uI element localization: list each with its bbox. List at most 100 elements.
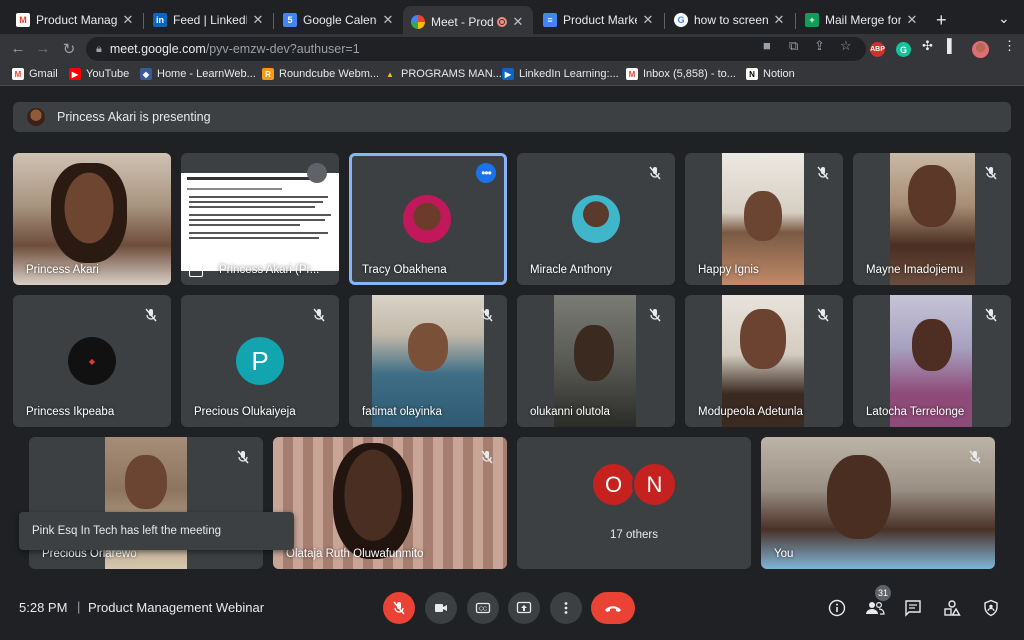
- extensions-puzzle-icon[interactable]: ✣: [922, 38, 933, 54]
- participant-tile[interactable]: Princess Akari: [13, 153, 171, 285]
- adblock-icon[interactable]: ABP: [870, 42, 885, 57]
- shared-screen: [181, 173, 339, 271]
- bookmark-label: Gmail: [29, 68, 58, 80]
- tab-google-calendar[interactable]: 5 Google Calendar ✕: [275, 6, 403, 34]
- participant-tile[interactable]: Happy Ignis: [685, 153, 843, 285]
- meet-controls-bar: 5:28 PM | Product Management Webinar CC …: [0, 580, 1024, 640]
- grammarly-icon[interactable]: G: [896, 42, 911, 57]
- bookmark-notion[interactable]: N Notion: [746, 68, 795, 80]
- mic-toggle-button[interactable]: [383, 592, 415, 624]
- close-icon[interactable]: ✕: [511, 14, 525, 30]
- more-options-icon[interactable]: •••: [476, 163, 496, 183]
- mic-off-icon: [481, 450, 493, 464]
- google-icon: G: [674, 13, 688, 27]
- mic-off-icon: [481, 308, 493, 322]
- participant-tile[interactable]: ◆ Princess Ikpeaba: [13, 295, 171, 427]
- camera-icon[interactable]: ■: [763, 38, 771, 53]
- reload-icon[interactable]: ↻: [60, 40, 78, 58]
- participant-tile[interactable]: Mayne Imadojiemu: [853, 153, 1011, 285]
- chat-button[interactable]: [902, 597, 924, 619]
- bookmark-roundcube[interactable]: R Roundcube Webm...: [262, 68, 379, 80]
- participant-tile[interactable]: Olataja Ruth Oluwafunmito: [273, 437, 507, 569]
- bookmark-label: PROGRAMS MAN...: [401, 68, 502, 80]
- close-icon[interactable]: ✕: [905, 12, 919, 28]
- present-screen-icon: [189, 266, 203, 277]
- bookmark-star-icon[interactable]: ☆: [840, 38, 852, 54]
- participant-tile[interactable]: fatimat olayinka: [349, 295, 507, 427]
- tab-linkedin[interactable]: in Feed | LinkedIn ✕: [145, 6, 273, 34]
- roundcube-icon: R: [262, 68, 274, 80]
- bookmark-youtube[interactable]: ▶ YouTube: [69, 68, 129, 80]
- participant-tile[interactable]: P Precious Olukaiyeja: [181, 295, 339, 427]
- participant-tile[interactable]: olukanni olutola: [517, 295, 675, 427]
- bookmark-linkedin-learning[interactable]: ▶ LinkedIn Learning:...: [502, 68, 619, 80]
- presenting-text: Princess Akari is presenting: [57, 110, 211, 124]
- leave-call-button[interactable]: [591, 592, 635, 624]
- close-icon[interactable]: ✕: [641, 12, 655, 28]
- bookmark-programs[interactable]: ▲ PROGRAMS MAN...: [384, 68, 502, 80]
- participant-name: Tracy Obakhena: [362, 264, 447, 276]
- captions-icon: CC: [475, 602, 491, 614]
- participant-name: Latocha Terrelonge: [866, 406, 965, 418]
- open-external-icon[interactable]: ⧉: [789, 38, 798, 54]
- captions-button[interactable]: CC: [467, 592, 499, 624]
- more-vertical-icon: [564, 602, 568, 614]
- participant-tile[interactable]: Latocha Terrelonge: [853, 295, 1011, 427]
- profile-avatar[interactable]: [972, 41, 989, 58]
- host-controls-button[interactable]: [980, 597, 1002, 619]
- close-icon[interactable]: ✕: [772, 12, 786, 28]
- close-icon[interactable]: ✕: [121, 12, 135, 28]
- forward-icon[interactable]: →: [34, 40, 52, 57]
- participant-tile-screen-share[interactable]: Princess Akari (Pr...: [181, 153, 339, 285]
- meeting-details-button[interactable]: [826, 597, 848, 619]
- gmail-icon: M: [12, 68, 24, 80]
- close-icon[interactable]: ✕: [251, 12, 265, 28]
- participant-name: Modupeola Adetunla: [698, 406, 803, 418]
- address-bar[interactable]: 🔒︎ meet.google.com /pyv-emzw-dev?authuse…: [86, 37, 866, 61]
- activities-shapes-icon: [944, 600, 961, 616]
- close-icon[interactable]: ✕: [381, 12, 395, 28]
- chat-icon: [905, 600, 921, 617]
- tab-product-marketing[interactable]: ≡ Product Marketing ✕: [535, 6, 663, 34]
- more-options-button[interactable]: [550, 592, 582, 624]
- participant-tile[interactable]: Miracle Anthony: [517, 153, 675, 285]
- tab-mail-merge[interactable]: + Mail Merge for NT ✕: [797, 6, 927, 34]
- bookmark-inbox[interactable]: M Inbox (5,858) - to...: [626, 68, 736, 80]
- divider: |: [77, 599, 81, 614]
- mic-off-icon: [237, 450, 249, 464]
- bookmark-learnweb[interactable]: ◆ Home - LearnWeb...: [140, 68, 256, 80]
- present-now-button[interactable]: [508, 592, 540, 624]
- bookmark-label: Notion: [763, 68, 795, 80]
- presenting-banner: Princess Akari is presenting: [13, 102, 1011, 132]
- others-tile[interactable]: O N 17 others: [517, 437, 751, 569]
- participant-name: Happy Ignis: [698, 264, 759, 276]
- mic-off-icon: [313, 308, 325, 322]
- participant-tile-selected[interactable]: ••• Tracy Obakhena: [349, 153, 507, 285]
- side-panel-icon[interactable]: ▌: [947, 38, 956, 53]
- avatar: O: [591, 462, 636, 507]
- avatar: P: [236, 337, 284, 385]
- sheets-icon: +: [805, 13, 819, 27]
- avatar: [403, 195, 451, 243]
- share-icon[interactable]: ⇪: [814, 38, 825, 54]
- gmail-icon: M: [626, 68, 638, 80]
- learnweb-icon: ◆: [140, 68, 152, 80]
- back-icon[interactable]: ←: [9, 40, 27, 57]
- participant-tile[interactable]: Modupeola Adetunla: [685, 295, 843, 427]
- video-camera-icon: [435, 604, 447, 612]
- avatar: ◆: [68, 337, 116, 385]
- self-tile[interactable]: You: [761, 437, 995, 569]
- mic-off-icon: [649, 166, 661, 180]
- participant-name: fatimat olayinka: [362, 406, 442, 418]
- activities-button[interactable]: [941, 597, 963, 619]
- tab-product-management[interactable]: M Product Managem ✕: [8, 6, 143, 34]
- participant-name: Princess Ikpeaba: [26, 406, 115, 418]
- tab-title: Mail Merge for NT: [825, 13, 901, 27]
- tab-how-to-screenshot[interactable]: G how to screensho ✕: [666, 6, 794, 34]
- chevron-down-icon[interactable]: ⌄: [998, 10, 1010, 27]
- mic-off-icon: [307, 163, 327, 183]
- bookmark-gmail[interactable]: M Gmail: [12, 68, 58, 80]
- camera-toggle-button[interactable]: [425, 592, 457, 624]
- menu-kebab-icon[interactable]: ⋮: [1003, 38, 1016, 54]
- new-tab-icon[interactable]: +: [936, 10, 947, 31]
